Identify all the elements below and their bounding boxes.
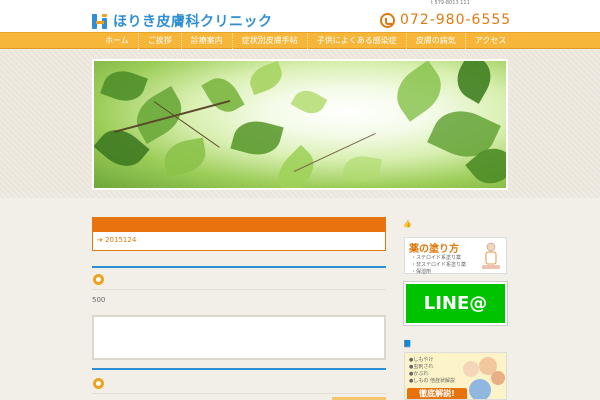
person-illustration-icon	[463, 361, 479, 377]
ad1-title: 薬の塗り方	[409, 244, 459, 255]
circle-bullet-icon	[93, 378, 104, 389]
top-address-text: t 579-8013 111	[431, 0, 470, 6]
ointment-guide-banner[interactable]: 薬の塗り方 ・ステロイド系塗り薬 ・非ステロイド系塗り薬 ・保湿剤	[404, 237, 507, 275]
nav-item-child-infections[interactable]: 子供によくある感染症	[308, 33, 407, 49]
nav-item-access[interactable]: アクセス	[466, 33, 516, 49]
main-nav: ホーム ご挨拶 診療案内 症状別皮膚手帖 子供によくある感染症 皮膚の病気 アク…	[0, 32, 600, 49]
page-title-box: ➔ 2015124	[92, 217, 386, 251]
nav-item-skin-diseases[interactable]: 皮膚の病気	[407, 33, 466, 49]
line-label: LINE@	[423, 293, 488, 314]
nav-item-medical-info[interactable]: 診療案内	[182, 33, 233, 49]
breadcrumb-text: 2015124	[105, 236, 137, 244]
hero-image	[92, 59, 508, 190]
phone-number[interactable]: 072-980-6555	[380, 12, 511, 28]
ad2-line: ●虫刺され	[409, 364, 434, 370]
nav-item-home[interactable]: ホーム	[96, 33, 139, 49]
section-divider	[92, 266, 386, 268]
section-divider	[92, 368, 386, 370]
ad2-line: ●しもやけ	[409, 357, 434, 363]
content-box	[92, 315, 386, 360]
ad1-line: ・保湿剤	[411, 269, 432, 275]
content-number: 500	[92, 296, 106, 304]
nurse-illustration-icon	[482, 242, 500, 269]
nav-item-symptoms[interactable]: 症状別皮膚手帖	[233, 33, 308, 49]
thumbs-up-icon: 👍	[403, 220, 412, 228]
circle-bullet-icon	[93, 274, 104, 285]
section-heading-1	[92, 270, 386, 290]
line-button[interactable]: LINE@	[404, 282, 507, 325]
phone-icon	[380, 12, 395, 28]
arrow-right-icon: ➔	[97, 236, 106, 244]
logo-mark-icon	[92, 13, 109, 29]
page-title-bar	[93, 218, 385, 232]
ad1-line: ・非ステロイド系塗り薬	[411, 262, 467, 268]
book-icon: 📘	[403, 340, 412, 348]
phone-text: 072-980-6555	[400, 12, 512, 28]
person-illustration-icon	[469, 379, 491, 399]
ad2-banner: 徹底解説!	[407, 388, 467, 399]
section-heading-2	[92, 374, 386, 394]
ad2-line: ●しもの 他症状解説	[409, 378, 455, 384]
nav-item-greeting[interactable]: ご挨拶	[139, 33, 182, 49]
person-illustration-icon	[491, 371, 505, 385]
ad2-line: ●かぶれ	[409, 371, 429, 377]
skin-guide-banner[interactable]: ●しもやけ ●虫刺され ●かぶれ ●しもの 他症状解説 徹底解説!	[404, 352, 507, 400]
logo-text: ほりき皮膚科クリニック	[113, 14, 273, 30]
breadcrumb[interactable]: ➔ 2015124	[97, 236, 136, 244]
clinic-logo[interactable]: ほりき皮膚科クリニック	[92, 11, 273, 31]
ad1-line: ・ステロイド系塗り薬	[411, 255, 462, 261]
